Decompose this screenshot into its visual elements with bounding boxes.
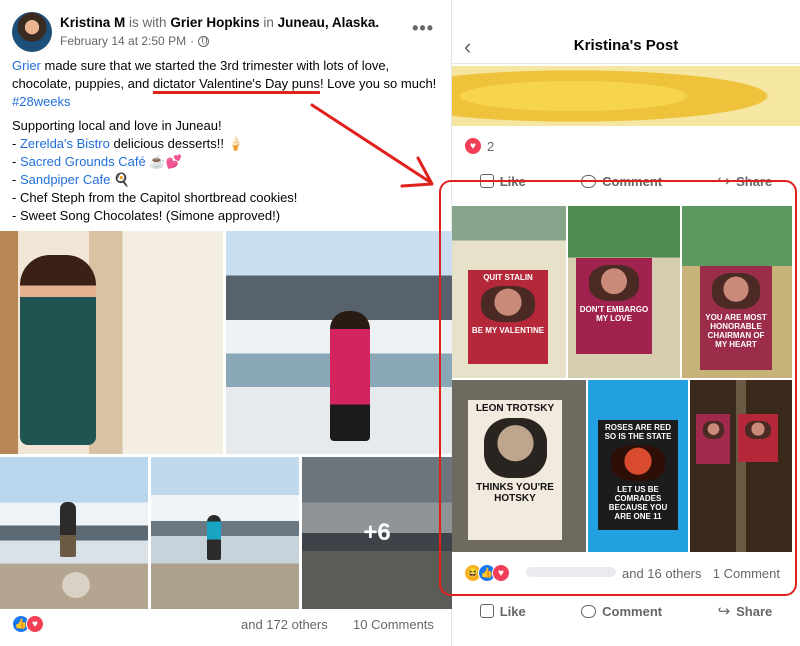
person-figure xyxy=(20,255,96,445)
person-figure xyxy=(60,502,76,557)
like-label: Like xyxy=(499,603,526,619)
love-reaction-icon: ♥ xyxy=(492,564,510,582)
share-button[interactable]: ↪ Share xyxy=(718,598,773,624)
list-prefix: - xyxy=(12,172,20,187)
grier-link[interactable]: Grier xyxy=(12,58,41,73)
action-bar-bottom: Like Comment ↪ Share xyxy=(452,598,800,624)
photo-beach-man-dog[interactable] xyxy=(0,457,148,609)
post-stats: 👍 ♥ and 172 others 10 Comments xyxy=(12,614,440,636)
dog-figure xyxy=(62,572,90,598)
right-post-view: ‹ Kristina's Post ♥ 2 Like Comment ↪ Shar… xyxy=(439,0,800,646)
list-item: - Sandpiper Cafe 🍳 xyxy=(12,171,440,189)
post-topbar: ‹ Kristina's Post xyxy=(452,28,800,64)
zereldas-link[interactable]: Zerelda's Bistro xyxy=(20,136,110,151)
reactions-count[interactable]: and 172 others xyxy=(241,617,328,632)
photo-beach-pink-coat[interactable] xyxy=(226,231,452,454)
list-item: - Chef Steph from the Capitol shortbread… xyxy=(12,190,298,205)
reaction-icons[interactable]: 😆 👍 ♥ xyxy=(464,564,510,582)
photo-grid: +6 xyxy=(0,231,452,609)
post-header-line: Kristina M is with Grier Hopkins in June… xyxy=(60,15,379,30)
more-options-icon[interactable]: ••• xyxy=(412,18,434,39)
previous-photo[interactable] xyxy=(452,66,800,126)
comment-icon xyxy=(581,604,597,618)
comments-count[interactable]: 1 Comment xyxy=(713,566,780,581)
post-caption: Grier made sure that we started the 3rd … xyxy=(12,57,440,225)
post-header: Kristina M is with Grier Hopkins in June… xyxy=(12,12,442,52)
caption-text-b: ! Love you so much! xyxy=(319,76,437,91)
location-link[interactable]: Juneau, Alaska. xyxy=(278,15,380,30)
author-name[interactable]: Kristina M xyxy=(60,15,125,30)
person-figure xyxy=(207,515,221,560)
list-item: - Zerelda's Bistro delicious desserts!! … xyxy=(12,135,440,153)
left-post-card: Kristina M is with Grier Hopkins in June… xyxy=(0,0,452,646)
comment-label: Comment xyxy=(602,603,663,619)
redacted-names xyxy=(526,567,616,577)
list-prefix: - xyxy=(12,154,20,169)
post-stats: 😆 👍 ♥ and 16 others 1 Comment xyxy=(464,563,788,585)
post-meta: February 14 at 2:50 PM · xyxy=(60,34,210,48)
globe-icon xyxy=(198,35,210,47)
business-list: - Zerelda's Bistro delicious desserts!! … xyxy=(12,135,440,225)
reactions-count[interactable]: and 16 others xyxy=(622,566,702,581)
person-figure xyxy=(330,311,370,441)
list-rest: ☕💕 xyxy=(145,154,182,169)
list-rest: 🍳 xyxy=(110,172,131,187)
like-button[interactable]: Like xyxy=(479,598,526,624)
caption-paragraph-2: Supporting local and love in Juneau! xyxy=(12,118,222,133)
photo-pregnant-selfie[interactable] xyxy=(0,231,223,454)
photo-more[interactable]: +6 xyxy=(302,457,452,609)
thumbs-up-icon xyxy=(479,604,494,618)
more-photos-count: +6 xyxy=(302,457,452,609)
annotation-highlight-box xyxy=(439,180,797,596)
in-text: in xyxy=(263,15,274,30)
caption-paragraph-1: Grier made sure that we started the 3rd … xyxy=(12,57,440,111)
reaction-count: 2 xyxy=(487,138,495,154)
comment-button[interactable]: Comment xyxy=(581,598,662,624)
sandpiper-link[interactable]: Sandpiper Cafe xyxy=(20,172,110,187)
photo-reactions[interactable]: ♥ 2 xyxy=(464,137,494,155)
photo-beach-teal-jacket[interactable] xyxy=(151,457,299,609)
tagged-person[interactable]: Grier Hopkins xyxy=(170,15,259,30)
comments-count[interactable]: 10 Comments xyxy=(353,617,434,632)
list-prefix: - xyxy=(12,136,20,151)
reaction-icons[interactable]: 👍 ♥ xyxy=(12,615,44,633)
share-icon: ↪ xyxy=(717,603,731,620)
is-with-text: is with xyxy=(129,15,167,30)
list-item: - Sacred Grounds Café ☕💕 xyxy=(12,153,440,171)
love-reaction-icon: ♥ xyxy=(464,137,482,155)
list-item: - Sweet Song Chocolates! (Simone approve… xyxy=(12,208,281,223)
timestamp[interactable]: February 14 at 2:50 PM xyxy=(60,34,186,48)
sacred-grounds-link[interactable]: Sacred Grounds Café xyxy=(20,154,146,169)
hashtag-link[interactable]: #28weeks xyxy=(12,94,71,109)
love-reaction-icon: ♥ xyxy=(26,615,44,633)
list-rest: delicious desserts!! 🍦 xyxy=(109,136,244,151)
avatar[interactable] xyxy=(12,12,52,52)
share-label: Share xyxy=(736,603,773,619)
meta-dot: · xyxy=(190,34,195,48)
underlined-phrase: dictator Valentine's Day puns xyxy=(152,76,320,91)
page-title: Kristina's Post xyxy=(573,37,679,54)
